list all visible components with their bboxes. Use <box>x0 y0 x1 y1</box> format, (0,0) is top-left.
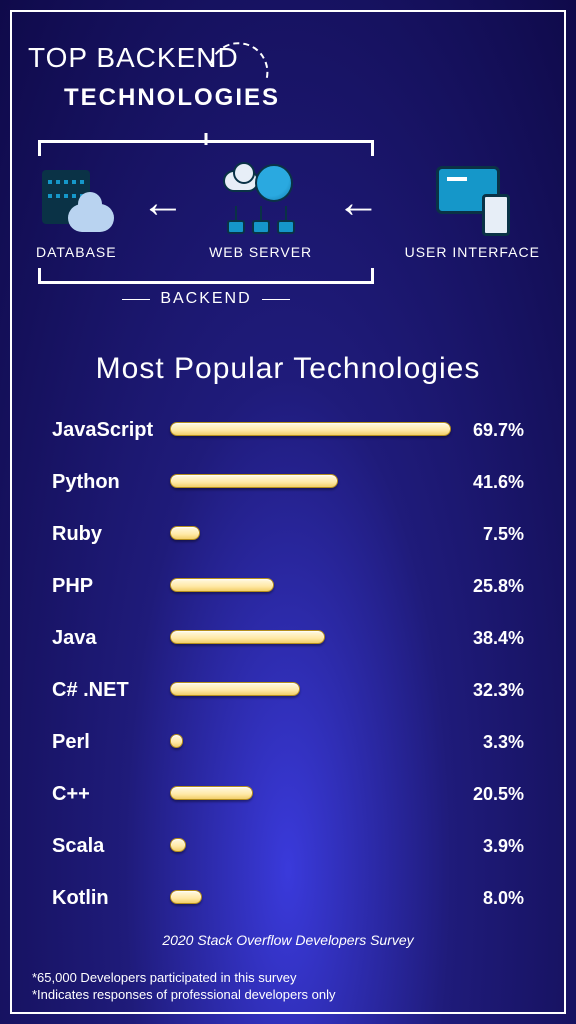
page-title: TOP BACKEND TECHNOLOGIES <box>28 28 281 112</box>
chart-row-value: 8.0% <box>452 888 524 909</box>
chart-bar <box>170 682 300 696</box>
chart-bar <box>170 838 186 852</box>
chart-source: 2020 Stack Overflow Developers Survey <box>0 932 576 948</box>
chart-bar-track <box>170 838 452 854</box>
chart-title: Most Popular Technologies <box>0 352 576 386</box>
chart-row-value: 3.3% <box>452 732 524 753</box>
chart-bar <box>170 786 253 800</box>
footnotes: *65,000 Developers participated in this … <box>32 969 336 1004</box>
chart-row: Ruby 7.5% <box>52 508 524 560</box>
chart-row: Perl 3.3% <box>52 716 524 768</box>
chart-row-label: JavaScript <box>52 419 170 442</box>
chart-bar-track <box>170 578 452 594</box>
chart-row: Java 38.4% <box>52 612 524 664</box>
chart-bar-track <box>170 734 452 750</box>
chart-row-label: PHP <box>52 575 170 598</box>
chart-row-value: 41.6% <box>452 472 524 493</box>
arrow-left-icon: ← <box>141 181 185 225</box>
chart-bar-track <box>170 526 452 542</box>
chart-row: Kotlin 8.0% <box>52 872 524 924</box>
chart-row: Scala 3.9% <box>52 820 524 872</box>
chart-row-value: 25.8% <box>452 576 524 597</box>
chart-bar <box>170 734 183 748</box>
chart-row-value: 38.4% <box>452 628 524 649</box>
chart-row: PHP 25.8% <box>52 560 524 612</box>
chart-row-label: Scala <box>52 835 170 858</box>
backend-group-label: BACKEND <box>38 290 374 308</box>
chart-row-value: 20.5% <box>452 784 524 805</box>
chart-row-label: C++ <box>52 783 170 806</box>
chart-bar-track <box>170 786 452 802</box>
chart-row-label: C# .NET <box>52 679 170 702</box>
chart-row-label: Perl <box>52 731 170 754</box>
chart-bar-track <box>170 682 452 698</box>
chart-row-label: Ruby <box>52 523 170 546</box>
arrow-left-icon: ← <box>336 181 380 225</box>
chart-bar-track <box>170 474 452 490</box>
chart-row-value: 7.5% <box>452 524 524 545</box>
arch-ui: USER INTERFACE <box>405 164 540 260</box>
chart-bar-track <box>170 422 452 438</box>
arch-webserver-label: WEB SERVER <box>209 244 312 260</box>
chart-row-value: 3.9% <box>452 836 524 857</box>
chart-row-label: Java <box>52 627 170 650</box>
database-icon <box>38 164 114 236</box>
chart-row: C# .NET 32.3% <box>52 664 524 716</box>
chart-row-value: 32.3% <box>452 680 524 701</box>
arch-webserver: WEB SERVER <box>209 164 312 260</box>
bracket-top-icon <box>38 140 374 156</box>
footnote-b: *Indicates responses of professional dev… <box>32 986 336 1004</box>
architecture-diagram: DATABASE ← WEB SERVER ← USER INTERFACE B… <box>36 140 540 308</box>
chart-row: JavaScript 69.7% <box>52 404 524 456</box>
chart-bar <box>170 422 451 436</box>
arch-ui-label: USER INTERFACE <box>405 244 540 260</box>
chart-bar-track <box>170 890 452 906</box>
chart-bar <box>170 630 325 644</box>
user-interface-icon <box>434 164 510 236</box>
chart-bar-track <box>170 630 452 646</box>
chart-bar <box>170 578 274 592</box>
arch-database-label: DATABASE <box>36 244 117 260</box>
chart-row-label: Python <box>52 471 170 494</box>
footnote-a: *65,000 Developers participated in this … <box>32 969 336 987</box>
chart-row-value: 69.7% <box>452 420 524 441</box>
bar-chart: JavaScript 69.7% Python 41.6% Ruby 7.5% PHP 25.… <box>52 404 524 924</box>
chart-row: Python 41.6% <box>52 456 524 508</box>
chart-bar <box>170 526 200 540</box>
chart-row-label: Kotlin <box>52 887 170 910</box>
chart-bar <box>170 474 338 488</box>
chart-row: C++ 20.5% <box>52 768 524 820</box>
webserver-icon <box>223 164 299 236</box>
chart-bar <box>170 890 202 904</box>
arch-database: DATABASE <box>36 164 117 260</box>
bracket-bottom-icon <box>38 268 374 284</box>
